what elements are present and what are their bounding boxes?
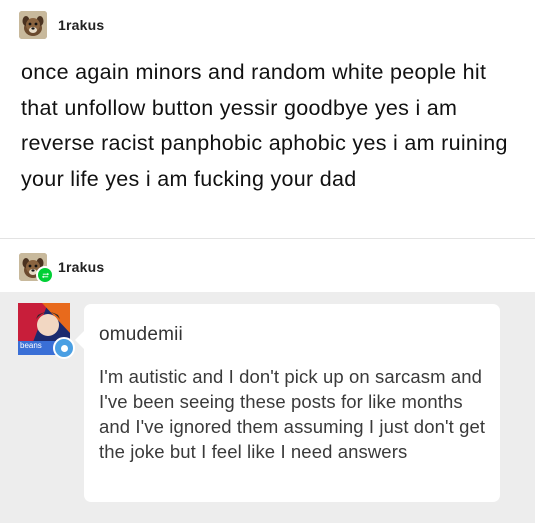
reblog-header: 1rakus [19, 253, 104, 284]
asker-avatar-label: beans [20, 341, 42, 350]
original-post: 1rakus once again minors and random whit… [0, 0, 535, 238]
post-username[interactable]: 1rakus [58, 17, 104, 33]
asker-badge-icon [53, 337, 75, 359]
reblog-icon [36, 266, 54, 284]
post-header: 1rakus [19, 11, 104, 39]
post-body-text: once again minors and random white peopl… [21, 60, 508, 191]
ask-text: I'm autistic and I don't pick up on sarc… [99, 366, 486, 462]
reblog-avatar-wrap[interactable] [19, 253, 54, 284]
ask-area: beans omudemii I'm autistic and I don't … [0, 292, 535, 523]
asker-name[interactable]: omudemii [99, 324, 183, 346]
reblog-username[interactable]: 1rakus [58, 259, 104, 275]
ask-bubble: omudemii I'm autistic and I don't pick u… [75, 304, 500, 502]
dog-avatar-icon[interactable] [19, 11, 47, 39]
